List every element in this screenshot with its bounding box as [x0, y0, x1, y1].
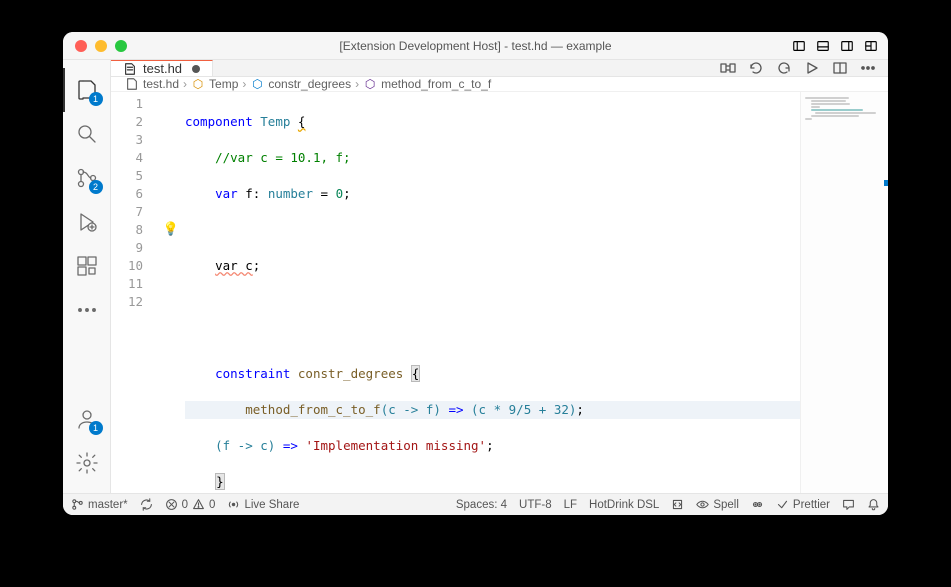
warning-icon [192, 498, 205, 511]
panel-bottom-icon[interactable] [816, 39, 830, 53]
status-bar: master* 0 0 Live Share Spaces: 4 UTF-8 L… [63, 493, 888, 515]
line-number-gutter: 123456789101112 [111, 92, 161, 493]
check-icon [776, 498, 789, 511]
symbol-class-icon: ⬡ [191, 77, 205, 91]
sync-icon [140, 498, 153, 511]
file-icon [125, 77, 139, 91]
eol-status[interactable]: LF [564, 499, 577, 511]
panel-right-icon[interactable] [840, 39, 854, 53]
run-debug-tab[interactable] [63, 200, 111, 244]
breadcrumb-class[interactable]: ⬡ Temp [191, 77, 238, 91]
breadcrumb-method[interactable]: ⬡ method_from_c_to_f [363, 77, 491, 91]
revert-icon[interactable] [748, 60, 764, 76]
spell-status[interactable]: Spell [696, 498, 739, 511]
activity-bar: 1 2 1 [63, 60, 111, 493]
close-window-button[interactable] [75, 40, 87, 52]
settings-button[interactable] [63, 441, 111, 485]
symbol-method-icon: ⬡ [363, 77, 377, 91]
titlebar: [Extension Development Host] - test.hd —… [63, 32, 888, 60]
code-editor[interactable]: 123456789101112 💡 component Temp { //var… [111, 92, 888, 493]
panel-left-icon[interactable] [792, 39, 806, 53]
split-editor-icon[interactable] [832, 60, 848, 76]
tab-bar: test.hd [111, 60, 888, 77]
broadcast-icon [227, 498, 240, 511]
tab-label: test.hd [143, 61, 182, 76]
encoding-status[interactable]: UTF-8 [519, 499, 552, 511]
prettier-status[interactable]: Prettier [776, 498, 830, 511]
tab-test-hd[interactable]: test.hd [111, 60, 213, 76]
window-title: [Extension Development Host] - test.hd —… [339, 39, 611, 53]
indentation-status[interactable]: Spaces: 4 [456, 499, 507, 511]
copilot-icon [751, 498, 764, 511]
explorer-tab[interactable]: 1 [63, 68, 111, 112]
scm-badge: 2 [89, 180, 103, 194]
accounts-button[interactable]: 1 [63, 397, 111, 441]
maximize-window-button[interactable] [115, 40, 127, 52]
diff-icon[interactable] [720, 60, 736, 76]
layout-icon[interactable] [864, 39, 878, 53]
more-tab[interactable] [63, 288, 111, 332]
chevron-right-icon: › [355, 77, 359, 91]
extensions-tab[interactable] [63, 244, 111, 288]
language-mode-status[interactable]: HotDrink DSL [589, 499, 659, 511]
breadcrumbs: test.hd › ⬡ Temp › ⬡ constr_degrees › ⬡ … [111, 77, 888, 92]
chevron-right-icon: › [183, 77, 187, 91]
eye-icon [696, 498, 709, 511]
run-icon[interactable] [804, 60, 820, 76]
error-icon [165, 498, 178, 511]
git-branch-icon [71, 498, 84, 511]
breadcrumb-file[interactable]: test.hd [125, 77, 179, 91]
feedback-status[interactable] [842, 498, 855, 511]
chevron-right-icon: › [242, 77, 246, 91]
bell-icon [867, 498, 880, 511]
accounts-badge: 1 [89, 421, 103, 435]
search-tab[interactable] [63, 112, 111, 156]
breadcrumb-symbol[interactable]: ⬡ constr_degrees [250, 77, 351, 91]
problems-status[interactable]: 0 0 [165, 498, 216, 511]
live-share-status[interactable]: Live Share [227, 498, 299, 511]
source-control-tab[interactable]: 2 [63, 156, 111, 200]
minimap[interactable] [800, 92, 888, 493]
more-actions-icon[interactable] [860, 60, 876, 76]
dirty-indicator-icon [192, 65, 200, 73]
git-branch-status[interactable]: master* [71, 498, 128, 511]
lang-status-icon[interactable] [671, 498, 684, 511]
explorer-badge: 1 [89, 92, 103, 106]
code-content[interactable]: component Temp { //var c = 10.1, f; var … [161, 92, 888, 493]
notifications-status[interactable] [867, 498, 880, 511]
file-icon [123, 62, 137, 76]
minimize-window-button[interactable] [95, 40, 107, 52]
prev-change-icon[interactable] [776, 60, 792, 76]
symbol-field-icon: ⬡ [250, 77, 264, 91]
feedback-icon [842, 498, 855, 511]
copilot-status[interactable] [751, 498, 764, 511]
sync-status[interactable] [140, 498, 153, 511]
